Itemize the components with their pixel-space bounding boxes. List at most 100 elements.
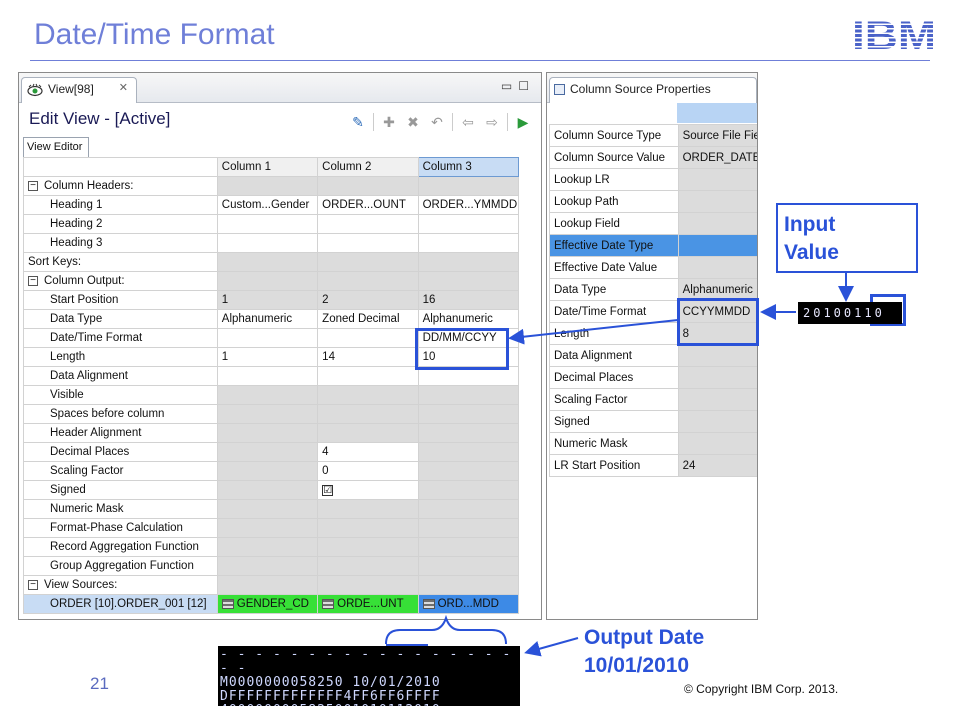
- property-value[interactable]: ORDER_DATE_CCYYMMDD: [677, 146, 757, 169]
- grid-cell[interactable]: [417, 518, 520, 538]
- property-value[interactable]: 24: [677, 454, 757, 477]
- property-row[interactable]: Lookup LR: [549, 168, 757, 191]
- grid-cell[interactable]: [216, 499, 319, 519]
- property-row[interactable]: LR Start Position 24: [549, 454, 757, 477]
- property-value[interactable]: [677, 212, 757, 235]
- grid-cell[interactable]: [216, 366, 319, 386]
- tab-view-editor[interactable]: View Editor: [23, 137, 89, 157]
- grid-cell[interactable]: [417, 214, 520, 234]
- grid-cell[interactable]: [216, 233, 319, 253]
- collapse-icon[interactable]: −: [28, 180, 38, 191]
- close-icon[interactable]: ✕: [119, 81, 128, 94]
- grid-cell[interactable]: [216, 385, 319, 405]
- property-value[interactable]: [677, 344, 757, 367]
- grid-cell[interactable]: ☑: [317, 480, 419, 500]
- property-row[interactable]: Effective Date Type: [549, 234, 757, 257]
- insert-column-icon[interactable]: ✚: [380, 113, 398, 131]
- grid-cell[interactable]: [417, 461, 520, 481]
- property-row[interactable]: Scaling Factor: [549, 388, 757, 411]
- grid-cell[interactable]: 1: [216, 347, 319, 367]
- grid-cell[interactable]: [317, 366, 419, 386]
- view-tab[interactable]: View[98] ✕: [21, 77, 137, 103]
- grid-cell[interactable]: [417, 423, 520, 443]
- view-source-cell[interactable]: GENDER_CD: [216, 594, 319, 614]
- grid-cell[interactable]: [216, 556, 319, 576]
- column-header-1[interactable]: Column 1: [216, 157, 319, 177]
- delete-column-icon[interactable]: ✖: [404, 113, 422, 131]
- grid-cell[interactable]: [216, 328, 319, 348]
- grid-cell[interactable]: [216, 537, 319, 557]
- grid-cell[interactable]: ORDER...YMMDD: [417, 195, 520, 215]
- maximize-icon[interactable]: ☐: [518, 79, 535, 93]
- property-row[interactable]: Numeric Mask: [549, 432, 757, 455]
- grid-cell[interactable]: [216, 461, 319, 481]
- grid-cell[interactable]: [417, 404, 520, 424]
- view-source-cell[interactable]: ORDE...UNT: [317, 594, 419, 614]
- move-right-icon[interactable]: ⇨: [483, 113, 501, 131]
- grid-cell[interactable]: 14: [317, 347, 419, 367]
- grid-cell[interactable]: [417, 233, 520, 253]
- property-row[interactable]: Lookup Path: [549, 190, 757, 213]
- property-row[interactable]: Lookup Field: [549, 212, 757, 235]
- grid-cell[interactable]: [317, 423, 419, 443]
- column-header-2[interactable]: Column 2: [317, 157, 419, 177]
- property-value[interactable]: [677, 366, 757, 389]
- grid-cell[interactable]: 4: [317, 442, 419, 462]
- grid-cell[interactable]: [317, 214, 419, 234]
- column-header-3[interactable]: Column 3: [417, 157, 520, 177]
- property-value[interactable]: [677, 168, 757, 191]
- property-value[interactable]: [677, 432, 757, 455]
- undo-icon[interactable]: ↶: [428, 113, 446, 131]
- run-icon[interactable]: ▶: [514, 113, 532, 131]
- property-row[interactable]: Column Source TypeSource File Field: [549, 124, 757, 147]
- property-value[interactable]: [677, 190, 757, 213]
- property-row[interactable]: Column Source ValueORDER_DATE_CCYYMMDD: [549, 146, 757, 169]
- properties-icon[interactable]: ✎: [349, 113, 367, 131]
- grid-cell[interactable]: 0: [317, 461, 419, 481]
- view-source-row[interactable]: ORDER [10].ORDER_001 [12] GENDER_CD ORDE..…: [23, 594, 520, 614]
- property-row[interactable]: Effective Date Value: [549, 256, 757, 279]
- grid-cell[interactable]: [317, 328, 419, 348]
- grid-cell[interactable]: ORDER...OUNT: [317, 195, 419, 215]
- grid-cell[interactable]: Custom...Gender: [216, 195, 319, 215]
- property-value[interactable]: [677, 388, 757, 411]
- grid-cell[interactable]: Zoned Decimal: [317, 309, 419, 329]
- grid-cell[interactable]: Alphanumeric: [417, 309, 520, 329]
- signed-checkbox[interactable]: ☑: [322, 485, 334, 496]
- grid-cell[interactable]: [216, 480, 319, 500]
- grid-cell[interactable]: [417, 499, 520, 519]
- grid-cell[interactable]: [417, 385, 520, 405]
- grid-cell[interactable]: [317, 385, 419, 405]
- grid-cell[interactable]: [317, 499, 419, 519]
- grid-cell[interactable]: [417, 480, 520, 500]
- property-row[interactable]: Data Alignment: [549, 344, 757, 367]
- grid-cell[interactable]: [417, 556, 520, 576]
- grid-cell[interactable]: [216, 423, 319, 443]
- grid-cell[interactable]: [317, 556, 419, 576]
- grid-cell[interactable]: 2: [317, 290, 419, 310]
- grid-cell[interactable]: [417, 442, 520, 462]
- grid-cell[interactable]: [216, 442, 319, 462]
- collapse-icon[interactable]: −: [28, 579, 38, 590]
- grid-cell[interactable]: [317, 537, 419, 557]
- property-row[interactable]: Decimal Places: [549, 366, 757, 389]
- property-row[interactable]: Signed: [549, 410, 757, 433]
- grid-cell[interactable]: [317, 518, 419, 538]
- grid-cell[interactable]: [317, 233, 419, 253]
- minimize-icon[interactable]: ▭: [501, 79, 518, 93]
- property-value[interactable]: [677, 410, 757, 433]
- grid-cell[interactable]: 16: [417, 290, 520, 310]
- grid-cell[interactable]: [216, 214, 319, 234]
- view-source-label[interactable]: ORDER [10].ORDER_001 [12]: [23, 594, 218, 614]
- move-left-icon[interactable]: ⇦: [459, 113, 477, 131]
- grid-cell[interactable]: [216, 518, 319, 538]
- collapse-icon[interactable]: −: [28, 275, 38, 286]
- property-value[interactable]: [677, 256, 757, 279]
- property-value[interactable]: [677, 234, 757, 257]
- grid-cell[interactable]: [417, 537, 520, 557]
- property-value[interactable]: Source File Field: [677, 124, 757, 147]
- view-source-cell[interactable]: ORD...MDD: [417, 594, 520, 614]
- grid-cell[interactable]: [216, 404, 319, 424]
- grid-cell[interactable]: Alphanumeric: [216, 309, 319, 329]
- grid-cell[interactable]: [317, 404, 419, 424]
